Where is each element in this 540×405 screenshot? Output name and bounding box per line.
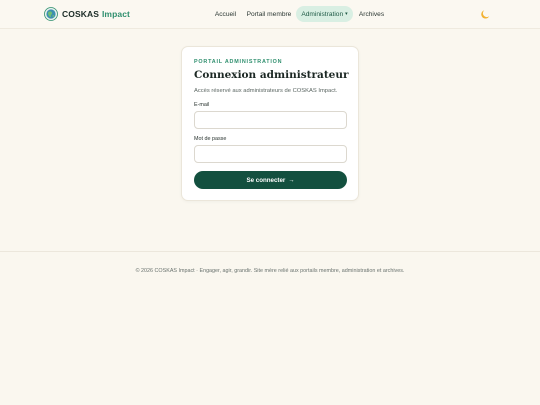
nav-administration[interactable]: Administration ▾ bbox=[296, 6, 353, 22]
email-label: E-mail bbox=[194, 102, 210, 108]
admin-login-card: PORTAIL ADMINISTRATION Connexion adminis… bbox=[181, 46, 359, 201]
nav-portail-membre[interactable]: Portail membre bbox=[244, 6, 294, 22]
arrow-right-icon: → bbox=[288, 176, 295, 184]
nav-label: Archives bbox=[358, 10, 385, 18]
password-field[interactable] bbox=[194, 145, 347, 163]
nav-archives[interactable]: Archives bbox=[355, 6, 388, 22]
card-subtitle: Accès réservé aux administrateurs de COS… bbox=[194, 88, 338, 94]
logo-icon[interactable] bbox=[44, 7, 58, 21]
nav-accueil[interactable]: Accueil bbox=[209, 6, 242, 22]
email-field[interactable] bbox=[194, 111, 347, 129]
brand-secondary: Impact bbox=[101, 9, 130, 19]
brand-name[interactable]: COSKAS Impact bbox=[62, 9, 130, 19]
footer-text: © 2026 COSKAS Impact · Engager, agir, gr… bbox=[135, 268, 405, 274]
password-label: Mot de passe bbox=[194, 136, 227, 142]
chevron-down-icon: ▾ bbox=[345, 11, 348, 17]
card-kicker: PORTAIL ADMINISTRATION bbox=[194, 59, 283, 65]
nav-label: Portail membre bbox=[246, 10, 292, 18]
nav-label: Accueil bbox=[214, 10, 237, 18]
login-button[interactable]: Se connecter → bbox=[194, 171, 347, 189]
site-header: COSKAS Impact Accueil Portail membre Admi… bbox=[0, 0, 540, 29]
page-title: Connexion administrateur bbox=[194, 69, 349, 81]
nav-label: Administration bbox=[301, 10, 344, 18]
brand-primary: COSKAS bbox=[62, 9, 99, 19]
footer-divider bbox=[0, 251, 540, 252]
moon-icon[interactable] bbox=[480, 8, 492, 20]
login-button-label: Se connecter bbox=[246, 176, 286, 184]
